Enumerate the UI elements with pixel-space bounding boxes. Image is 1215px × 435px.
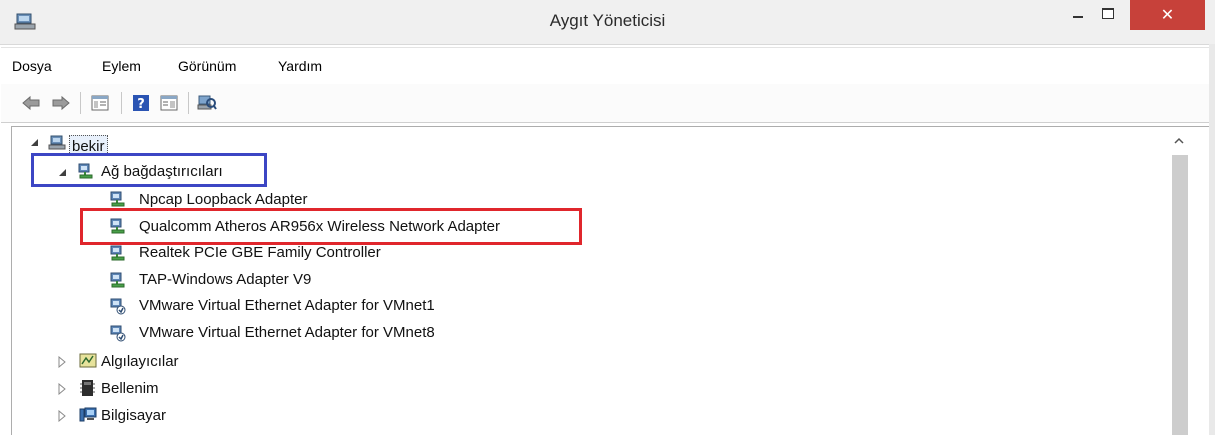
tree-device-tap[interactable]: TAP-Windows Adapter V9 bbox=[139, 271, 311, 288]
title-bar[interactable]: Aygıt Yöneticisi ✕ bbox=[0, 0, 1215, 45]
scan-hardware-icon[interactable] bbox=[197, 93, 217, 113]
network-adapter-icon bbox=[110, 191, 125, 207]
toolbar-separator bbox=[188, 92, 189, 114]
network-adapter-icon bbox=[110, 245, 125, 261]
firmware-icon bbox=[80, 380, 95, 396]
virtual-network-adapter-icon bbox=[110, 298, 126, 315]
close-button[interactable]: ✕ bbox=[1130, 0, 1205, 30]
expand-open-icon[interactable] bbox=[31, 139, 38, 146]
menu-dosya[interactable]: Dosya bbox=[12, 58, 52, 74]
expand-open-icon[interactable] bbox=[59, 169, 66, 176]
tree-device-vmnet1[interactable]: VMware Virtual Ethernet Adapter for VMne… bbox=[139, 297, 435, 314]
device-manager-window: Aygıt Yöneticisi ✕ Dosya Eylem Görünüm Y… bbox=[0, 0, 1215, 435]
forward-arrow-icon[interactable] bbox=[51, 93, 71, 113]
tree-device-realtek[interactable]: Realtek PCIe GBE Family Controller bbox=[139, 244, 381, 261]
tree-root-node[interactable]: bekir bbox=[69, 135, 108, 155]
menu-bar: Dosya Eylem Görünüm Yardım bbox=[1, 47, 1209, 85]
tree-category-sensors[interactable]: Algılayıcılar bbox=[101, 353, 179, 370]
properties-icon[interactable] bbox=[90, 93, 110, 113]
toolbar-separator bbox=[121, 92, 122, 114]
back-arrow-icon[interactable] bbox=[21, 93, 41, 113]
scroll-up-arrow-icon[interactable] bbox=[1170, 133, 1188, 149]
computer-icon bbox=[48, 135, 66, 150]
virtual-network-adapter-icon bbox=[110, 325, 126, 342]
menu-gorunum[interactable]: Görünüm bbox=[178, 58, 236, 74]
tree-device-qualcomm[interactable]: Qualcomm Atheros AR956x Wireless Network… bbox=[139, 218, 500, 235]
tree-category-computer[interactable]: Bilgisayar bbox=[101, 407, 166, 424]
expand-closed-icon[interactable] bbox=[57, 410, 67, 422]
window-right-edge bbox=[1209, 44, 1215, 435]
tree-device-npcap[interactable]: Npcap Loopback Adapter bbox=[139, 191, 307, 208]
menu-yardim[interactable]: Yardım bbox=[278, 58, 322, 74]
details-icon[interactable] bbox=[159, 93, 179, 113]
window-title: Aygıt Yöneticisi bbox=[549, 11, 666, 30]
scrollbar-thumb[interactable] bbox=[1172, 155, 1188, 435]
help-icon[interactable]: ? bbox=[131, 93, 151, 113]
network-adapter-icon bbox=[110, 218, 125, 234]
toolbar-separator bbox=[80, 92, 81, 114]
tree-device-vmnet8[interactable]: VMware Virtual Ethernet Adapter for VMne… bbox=[139, 324, 435, 341]
sensor-icon bbox=[79, 353, 97, 368]
menu-eylem[interactable]: Eylem bbox=[102, 58, 141, 74]
toolbar: ? bbox=[1, 84, 1209, 123]
tree-category-firmware[interactable]: Bellenim bbox=[101, 380, 159, 397]
expand-closed-icon[interactable] bbox=[57, 356, 67, 368]
tree-category-network[interactable]: Ağ bağdaştırıcıları bbox=[101, 163, 223, 180]
svg-text:?: ? bbox=[137, 97, 145, 112]
network-adapter-icon bbox=[110, 272, 125, 288]
expand-closed-icon[interactable] bbox=[57, 383, 67, 395]
minimize-button[interactable] bbox=[1063, 2, 1093, 26]
maximize-button[interactable] bbox=[1093, 2, 1123, 26]
network-adapter-icon bbox=[78, 163, 93, 179]
computer-icon bbox=[79, 407, 97, 422]
